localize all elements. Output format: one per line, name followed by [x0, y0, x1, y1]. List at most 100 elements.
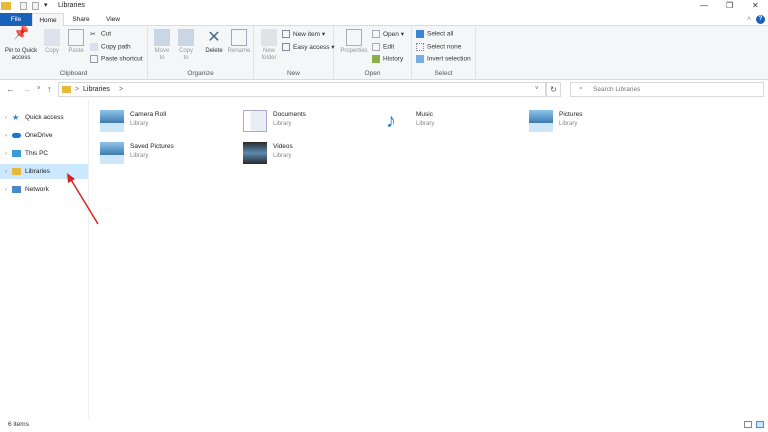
- new-folder-icon[interactable]: [32, 2, 39, 10]
- address-bar[interactable]: > Libraries > ˅: [58, 82, 546, 97]
- window-title: Libraries: [58, 2, 85, 9]
- pictures-library-icon: [529, 110, 553, 132]
- new-folder-button[interactable]: New folder: [258, 29, 280, 62]
- copy-button[interactable]: Copy: [42, 29, 62, 55]
- tab-home[interactable]: Home: [32, 13, 64, 26]
- library-camera-roll[interactable]: Camera Roll Library: [100, 108, 230, 134]
- breadcrumb-libraries[interactable]: Libraries: [83, 86, 110, 93]
- select-all-label: Select all: [427, 30, 454, 38]
- library-saved-pictures[interactable]: Saved Pictures Library: [100, 140, 230, 166]
- star-icon: ★: [12, 113, 20, 122]
- pin-label: Pin to Quick access: [4, 48, 38, 61]
- library-music[interactable]: ♪ Music Library: [386, 108, 516, 134]
- rename-icon: [231, 29, 247, 46]
- item-name: Documents: [273, 111, 306, 118]
- library-pictures[interactable]: Pictures Library: [529, 108, 659, 134]
- details-view-icon[interactable]: [744, 421, 752, 428]
- refresh-button[interactable]: ↻: [546, 82, 561, 97]
- properties-button[interactable]: Properties: [338, 29, 370, 55]
- search-input[interactable]: ⌕ Search Libraries: [570, 82, 764, 97]
- nav-label: Libraries: [25, 168, 50, 175]
- properties-label: Properties: [340, 48, 368, 54]
- item-name: Camera Roll: [130, 111, 167, 118]
- forward-button[interactable]: →: [22, 84, 31, 94]
- address-dropdown-icon[interactable]: ˅: [535, 86, 539, 92]
- nav-item-this-pc[interactable]: › This PC: [0, 146, 88, 161]
- copy-to-button[interactable]: Copy to: [176, 29, 196, 62]
- tab-view[interactable]: View: [98, 13, 128, 26]
- up-button[interactable]: ↑: [47, 84, 52, 94]
- properties-icon[interactable]: [20, 2, 27, 10]
- item-type: Library: [130, 121, 149, 127]
- back-button[interactable]: ←: [6, 84, 15, 94]
- cut-button[interactable]: ✂ Cut: [90, 30, 111, 38]
- select-none-button[interactable]: Select none: [416, 43, 461, 51]
- item-type: Library: [130, 153, 149, 159]
- edit-icon: [372, 43, 380, 51]
- ribbon-tabs: File Home Share View ˄ ?: [0, 13, 768, 26]
- breadcrumb-chevron[interactable]: >: [119, 86, 123, 93]
- paste-label: Paste: [68, 48, 84, 54]
- minimize-button[interactable]: —: [700, 1, 708, 10]
- select-all-icon: [416, 30, 424, 38]
- help-icon[interactable]: ?: [756, 15, 765, 24]
- annotation-arrow: [67, 173, 99, 225]
- expand-chevron-icon[interactable]: ›: [5, 146, 7, 161]
- paste-button[interactable]: Paste: [65, 29, 87, 55]
- select-group-label: Select: [434, 70, 453, 77]
- easy-access-button[interactable]: Easy access ▾: [282, 43, 335, 52]
- computer-icon: [12, 150, 21, 157]
- invert-selection-button[interactable]: Invert selection: [416, 55, 471, 63]
- rename-button[interactable]: Rename: [226, 29, 252, 55]
- expand-chevron-icon[interactable]: ›: [5, 128, 7, 143]
- breadcrumb-separator: >: [75, 86, 80, 93]
- copy-label: Copy: [44, 48, 59, 54]
- paste-shortcut-label: Paste shortcut: [101, 55, 143, 63]
- item-name: Music: [416, 111, 433, 118]
- history-icon: [372, 55, 380, 63]
- pin-icon: 📌: [13, 25, 30, 40]
- edit-label: Edit: [383, 43, 395, 51]
- maximize-button[interactable]: ❐: [726, 1, 733, 10]
- nav-item-quick-access[interactable]: › ★ Quick access: [0, 110, 88, 125]
- move-to-button[interactable]: Move to: [152, 29, 172, 62]
- copy-path-button[interactable]: Copy path: [90, 43, 131, 51]
- history-label: History: [383, 55, 404, 63]
- invert-selection-icon: [416, 55, 424, 63]
- item-name: Saved Pictures: [130, 143, 174, 150]
- copy-path-icon: [90, 43, 98, 51]
- library-videos[interactable]: Videos Library: [243, 140, 373, 166]
- new-folder-label: New folder: [261, 48, 277, 61]
- ribbon: 📌 Pin to Quick access Copy Paste ✂ Cut Cop…: [0, 26, 768, 80]
- library-documents[interactable]: Documents Library: [243, 108, 373, 134]
- large-icons-view-icon[interactable]: [756, 421, 764, 428]
- nav-item-onedrive[interactable]: › OneDrive: [0, 128, 88, 143]
- collapse-ribbon-icon[interactable]: ˄: [747, 16, 751, 23]
- new-folder-icon: [261, 29, 277, 46]
- tab-share[interactable]: Share: [66, 13, 96, 26]
- properties-check-icon: [346, 29, 362, 46]
- select-all-button[interactable]: Select all: [416, 30, 453, 38]
- item-type: Library: [273, 153, 292, 159]
- move-to-label: Move to: [154, 48, 170, 61]
- paste-shortcut-button[interactable]: Paste shortcut: [90, 55, 143, 63]
- close-button[interactable]: ✕: [752, 1, 759, 10]
- open-button[interactable]: Open ▾: [372, 30, 404, 39]
- documents-library-icon: [243, 110, 267, 132]
- recent-locations-chevron-icon[interactable]: ˅: [37, 86, 41, 92]
- nav-label: OneDrive: [25, 132, 53, 139]
- history-button[interactable]: History: [372, 55, 403, 63]
- expand-chevron-icon[interactable]: ›: [5, 110, 7, 125]
- item-type: Library: [273, 121, 292, 127]
- customize-toolbar-icon[interactable]: ▾: [44, 1, 48, 9]
- pin-to-quick-access-button[interactable]: 📌 Pin to Quick access: [2, 25, 40, 62]
- expand-chevron-icon[interactable]: ›: [5, 164, 7, 179]
- new-item-button[interactable]: New item ▾: [282, 30, 325, 39]
- edit-button[interactable]: Edit: [372, 43, 394, 51]
- videos-library-icon: [243, 142, 267, 164]
- expand-chevron-icon[interactable]: ›: [5, 182, 7, 197]
- delete-button[interactable]: ✕ Delete: [202, 29, 226, 55]
- item-type: Library: [559, 121, 578, 127]
- network-icon: [12, 186, 21, 193]
- nav-label: Network: [25, 186, 49, 193]
